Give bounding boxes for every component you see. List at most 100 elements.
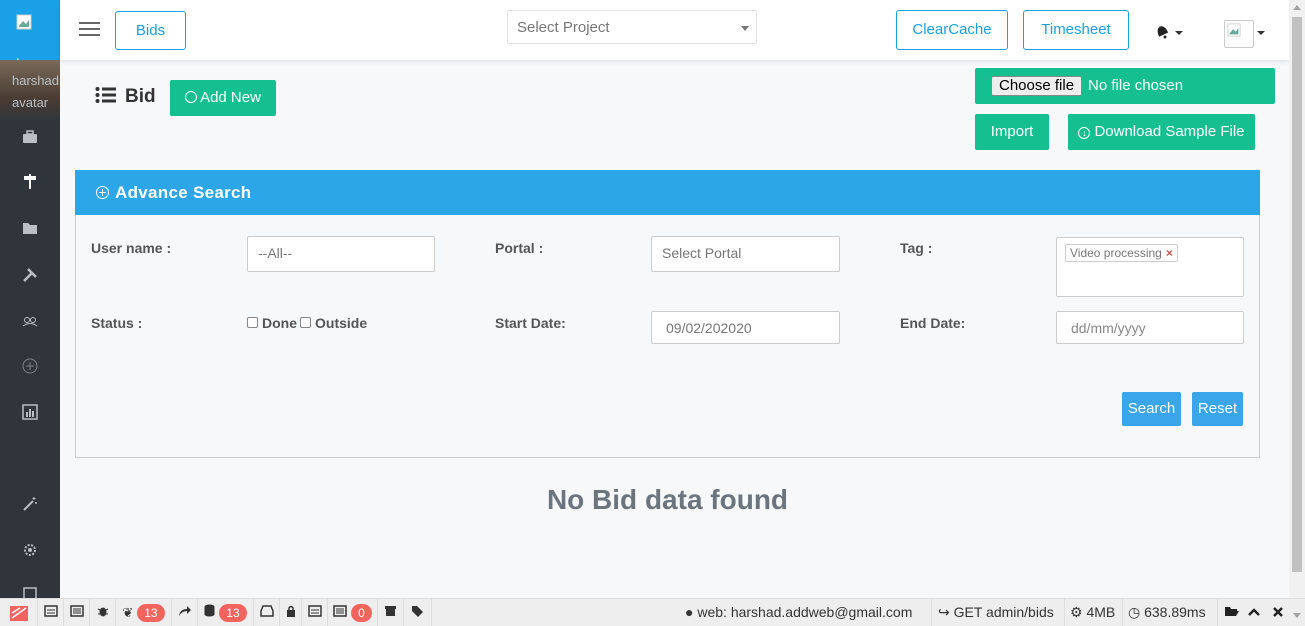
- status-outside-label: Outside: [315, 315, 368, 331]
- status-label: Status :: [91, 315, 143, 331]
- end-date-label: End Date:: [900, 315, 966, 331]
- signpost-icon[interactable]: [0, 172, 60, 195]
- debugbar-logo-icon[interactable]: [0, 599, 38, 626]
- top-navbar: Bids Select Project ClearCache Timesheet: [60, 0, 1289, 60]
- messages-icon[interactable]: [38, 599, 64, 626]
- open-folder-icon[interactable]: [1224, 604, 1240, 620]
- page-title: Bid: [95, 86, 156, 110]
- views-leaf-icon[interactable]: ❦ 13: [116, 599, 172, 626]
- file-upload-field[interactable]: Choose file No file chosen: [975, 68, 1275, 104]
- tag-chip-label: Video processing: [1070, 246, 1162, 260]
- debug-route-text: GET admin/bids: [953, 604, 1054, 620]
- search-button[interactable]: Search: [1122, 392, 1181, 426]
- plus-circle-icon[interactable]: [0, 357, 60, 380]
- portal-label: Portal :: [495, 240, 544, 256]
- separator: [1064, 599, 1065, 626]
- add-new-button[interactable]: Add New: [170, 80, 276, 116]
- scroll-up-icon[interactable]: [1293, 5, 1301, 10]
- briefcase-icon[interactable]: [0, 128, 60, 151]
- plus-circle-icon: [185, 91, 198, 103]
- request-count-badge: 0: [351, 604, 372, 622]
- download-icon: ↓: [1078, 127, 1091, 139]
- bar-chart-icon[interactable]: [0, 403, 60, 426]
- end-date-input[interactable]: dd/mm/yyyy: [1056, 311, 1244, 344]
- file-status-text: No file chosen: [1088, 77, 1184, 94]
- separator: [1217, 599, 1218, 626]
- debug-time-text: 638.89ms: [1144, 604, 1206, 620]
- queries-database-icon[interactable]: 13: [198, 599, 254, 626]
- queries-count-badge: 13: [219, 604, 247, 622]
- debug-memory-info[interactable]: ⚙ 4MB: [1070, 604, 1115, 621]
- lock-icon[interactable]: [280, 599, 302, 626]
- user-image: [1224, 20, 1254, 48]
- debug-user-text: web: harshad.addweb@gmail.com: [697, 604, 913, 620]
- separator: [1122, 599, 1123, 626]
- request-icon[interactable]: 0: [328, 599, 378, 626]
- timesheet-button[interactable]: Timesheet: [1023, 10, 1129, 50]
- choose-file-button[interactable]: Choose file: [991, 76, 1083, 96]
- tag-chip: Video processing ×: [1065, 244, 1178, 262]
- views-count-badge: 13: [137, 604, 165, 622]
- close-icon[interactable]: [1273, 604, 1283, 620]
- exceptions-bug-icon[interactable]: [90, 599, 116, 626]
- logo[interactable]: Logo: [0, 0, 60, 71]
- user-icon: ●: [685, 604, 694, 620]
- mail-inbox-icon[interactable]: [254, 599, 280, 626]
- debug-bar: ❦ 13 13 0 ● web: harshad.addweb@gmail.co…: [0, 598, 1305, 626]
- checkbox[interactable]: [300, 317, 311, 328]
- portal-select[interactable]: Select Portal: [651, 236, 840, 272]
- separator: [931, 599, 932, 626]
- tags-icon[interactable]: [404, 599, 432, 626]
- reset-button[interactable]: Reset: [1192, 392, 1243, 426]
- start-date-input[interactable]: 09/02/202020: [651, 311, 840, 344]
- start-date-label: Start Date:: [495, 315, 566, 331]
- folder-icon[interactable]: [0, 219, 60, 242]
- user-avatar[interactable]: harshad avatar: [0, 60, 60, 122]
- archive-icon[interactable]: [378, 599, 404, 626]
- clearcache-button[interactable]: ClearCache: [896, 10, 1008, 50]
- advance-search-title: Advance Search: [115, 183, 252, 202]
- users-icon[interactable]: [0, 312, 60, 335]
- username-label: User name :: [91, 240, 172, 256]
- caret-down-icon: [1175, 31, 1183, 35]
- add-new-label: Add New: [200, 89, 261, 106]
- hamburger-menu-icon[interactable]: [79, 22, 100, 38]
- checkbox[interactable]: [247, 317, 258, 328]
- advance-search-header[interactable]: Advance Search: [75, 170, 1260, 215]
- maximize-chevron-up-icon[interactable]: [1248, 604, 1260, 620]
- list-icon: [95, 86, 117, 110]
- debug-user-info[interactable]: ● web: harshad.addweb@gmail.com: [685, 604, 912, 620]
- broken-image-icon: [16, 14, 32, 30]
- scroll-down-icon[interactable]: [1293, 606, 1301, 622]
- chevron-down-icon: [741, 26, 749, 31]
- username-select[interactable]: --All--: [247, 236, 435, 272]
- project-select[interactable]: Select Project: [507, 10, 757, 44]
- tag-input[interactable]: Video processing ×: [1056, 237, 1244, 297]
- page-title-text: Bid: [125, 86, 156, 107]
- route-share-icon[interactable]: [172, 599, 198, 626]
- status-done-label: Done: [262, 315, 297, 331]
- tag-label: Tag :: [900, 240, 933, 256]
- download-sample-button[interactable]: ↓ Download Sample File: [1068, 114, 1255, 150]
- status-outside-checkbox[interactable]: Outside: [300, 315, 367, 331]
- cogs-icon: ⚙: [1070, 604, 1083, 620]
- debug-route-info[interactable]: ↪ GET admin/bids: [938, 604, 1054, 621]
- empty-state-message: No Bid data found: [546, 484, 789, 515]
- notification-bell-icon[interactable]: [1153, 22, 1187, 42]
- session-icon[interactable]: [302, 599, 328, 626]
- plus-circle-icon: [96, 186, 109, 199]
- avatar-alt-text: harshad avatar: [12, 73, 59, 110]
- status-done-checkbox[interactable]: Done: [247, 315, 297, 331]
- share-icon: ↪: [938, 604, 950, 620]
- project-select-placeholder: Select Project: [517, 19, 610, 36]
- tools-icon[interactable]: [0, 266, 60, 289]
- bids-button[interactable]: Bids: [115, 11, 186, 50]
- advance-search-panel: Advance Search User name : --All-- Porta…: [75, 170, 1260, 458]
- debug-memory-text: 4MB: [1086, 604, 1116, 620]
- remove-tag-icon[interactable]: ×: [1166, 246, 1173, 260]
- import-button[interactable]: Import: [975, 114, 1049, 150]
- settings-icon[interactable]: [0, 541, 60, 564]
- debug-time-info[interactable]: ◷ 638.89ms: [1128, 604, 1206, 621]
- user-menu[interactable]: [1224, 20, 1269, 50]
- timeline-icon[interactable]: [64, 599, 90, 626]
